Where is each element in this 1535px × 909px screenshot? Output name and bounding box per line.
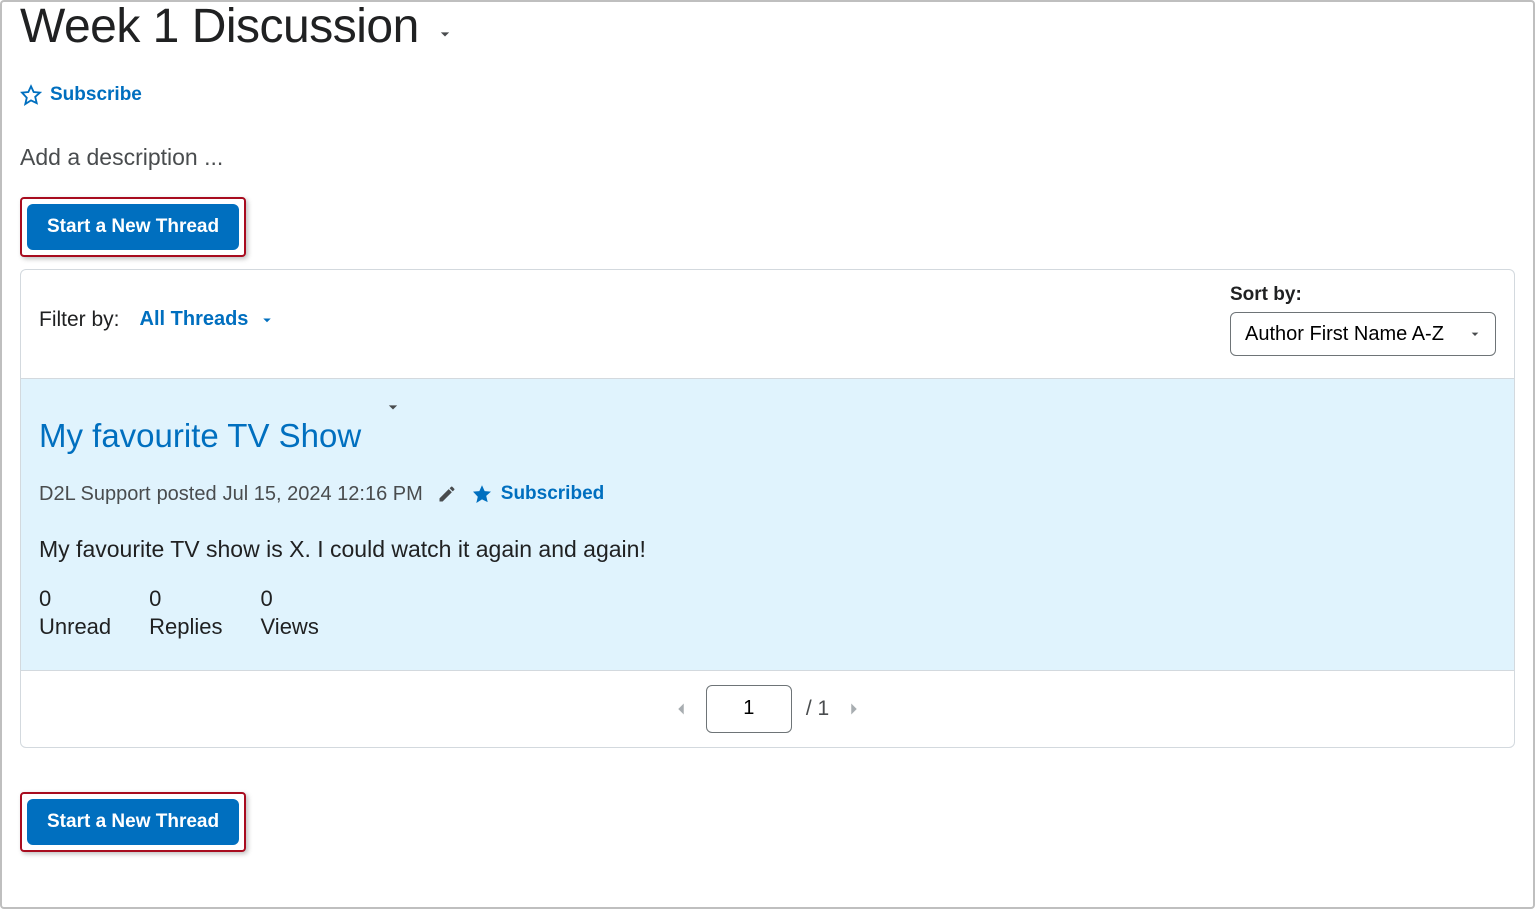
thread-meta: D2L Support posted Jul 15, 2024 12:16 PM…	[39, 483, 1496, 506]
filter-label: Filter by:	[39, 308, 120, 332]
stat-views: 0 Views	[261, 585, 319, 642]
panel-header: Filter by: All Threads Sort by: Author F…	[21, 270, 1514, 378]
chevron-down-icon	[258, 311, 276, 329]
subscribed-label: Subscribed	[501, 483, 604, 505]
thread-dropdown-icon[interactable]	[383, 397, 403, 423]
thread-panel: Filter by: All Threads Sort by: Author F…	[20, 269, 1515, 748]
page-next-icon[interactable]	[843, 698, 865, 720]
stat-replies: 0 Replies	[149, 585, 222, 642]
title-dropdown-icon[interactable]	[435, 24, 455, 50]
stat-replies-label: Replies	[149, 613, 222, 642]
start-new-thread-button-bottom[interactable]: Start a New Thread	[27, 799, 239, 845]
subscribed-badge[interactable]: Subscribed	[471, 483, 604, 505]
stat-views-count: 0	[261, 585, 319, 614]
pagination: / 1	[21, 670, 1514, 747]
sort-select[interactable]: Author First Name A-Z	[1230, 312, 1496, 356]
pencil-icon[interactable]	[437, 484, 457, 504]
start-new-thread-button-top[interactable]: Start a New Thread	[27, 204, 239, 250]
page-input[interactable]	[706, 685, 792, 733]
thread-author: D2L Support	[39, 483, 151, 506]
filter-value: All Threads	[140, 308, 249, 331]
filter-group: Filter by: All Threads	[39, 308, 276, 332]
sort-label: Sort by:	[1230, 284, 1302, 306]
thread-stats: 0 Unread 0 Replies 0 Views	[39, 585, 1496, 642]
star-outline-icon[interactable]	[20, 84, 42, 106]
sort-group: Sort by: Author First Name A-Z	[1230, 284, 1496, 356]
page-title: Week 1 Discussion	[20, 0, 419, 56]
stat-views-label: Views	[261, 613, 319, 642]
stat-unread: 0 Unread	[39, 585, 111, 642]
highlight-annotation-bottom: Start a New Thread	[20, 792, 246, 852]
star-filled-icon	[471, 483, 493, 505]
thread-title-link[interactable]: My favourite TV Show	[39, 417, 361, 455]
thread-item: My favourite TV Show D2L Support posted …	[21, 378, 1514, 670]
stat-replies-count: 0	[149, 585, 222, 614]
page-total-value: 1	[818, 697, 830, 720]
thread-posted-at: Jul 15, 2024 12:16 PM	[223, 483, 423, 506]
description-placeholder[interactable]: Add a description ...	[20, 144, 1515, 171]
highlight-annotation-top: Start a New Thread	[20, 197, 246, 257]
page-prev-icon[interactable]	[670, 698, 692, 720]
page-total: / 1	[806, 697, 829, 721]
stat-unread-count: 0	[39, 585, 111, 614]
filter-dropdown[interactable]: All Threads	[140, 308, 277, 331]
thread-body: My favourite TV show is X. I could watch…	[39, 536, 1496, 563]
page-separator: /	[806, 697, 812, 720]
stat-unread-label: Unread	[39, 613, 111, 642]
thread-posted-verb: posted	[157, 483, 217, 506]
subscribe-link[interactable]: Subscribe	[50, 84, 142, 106]
